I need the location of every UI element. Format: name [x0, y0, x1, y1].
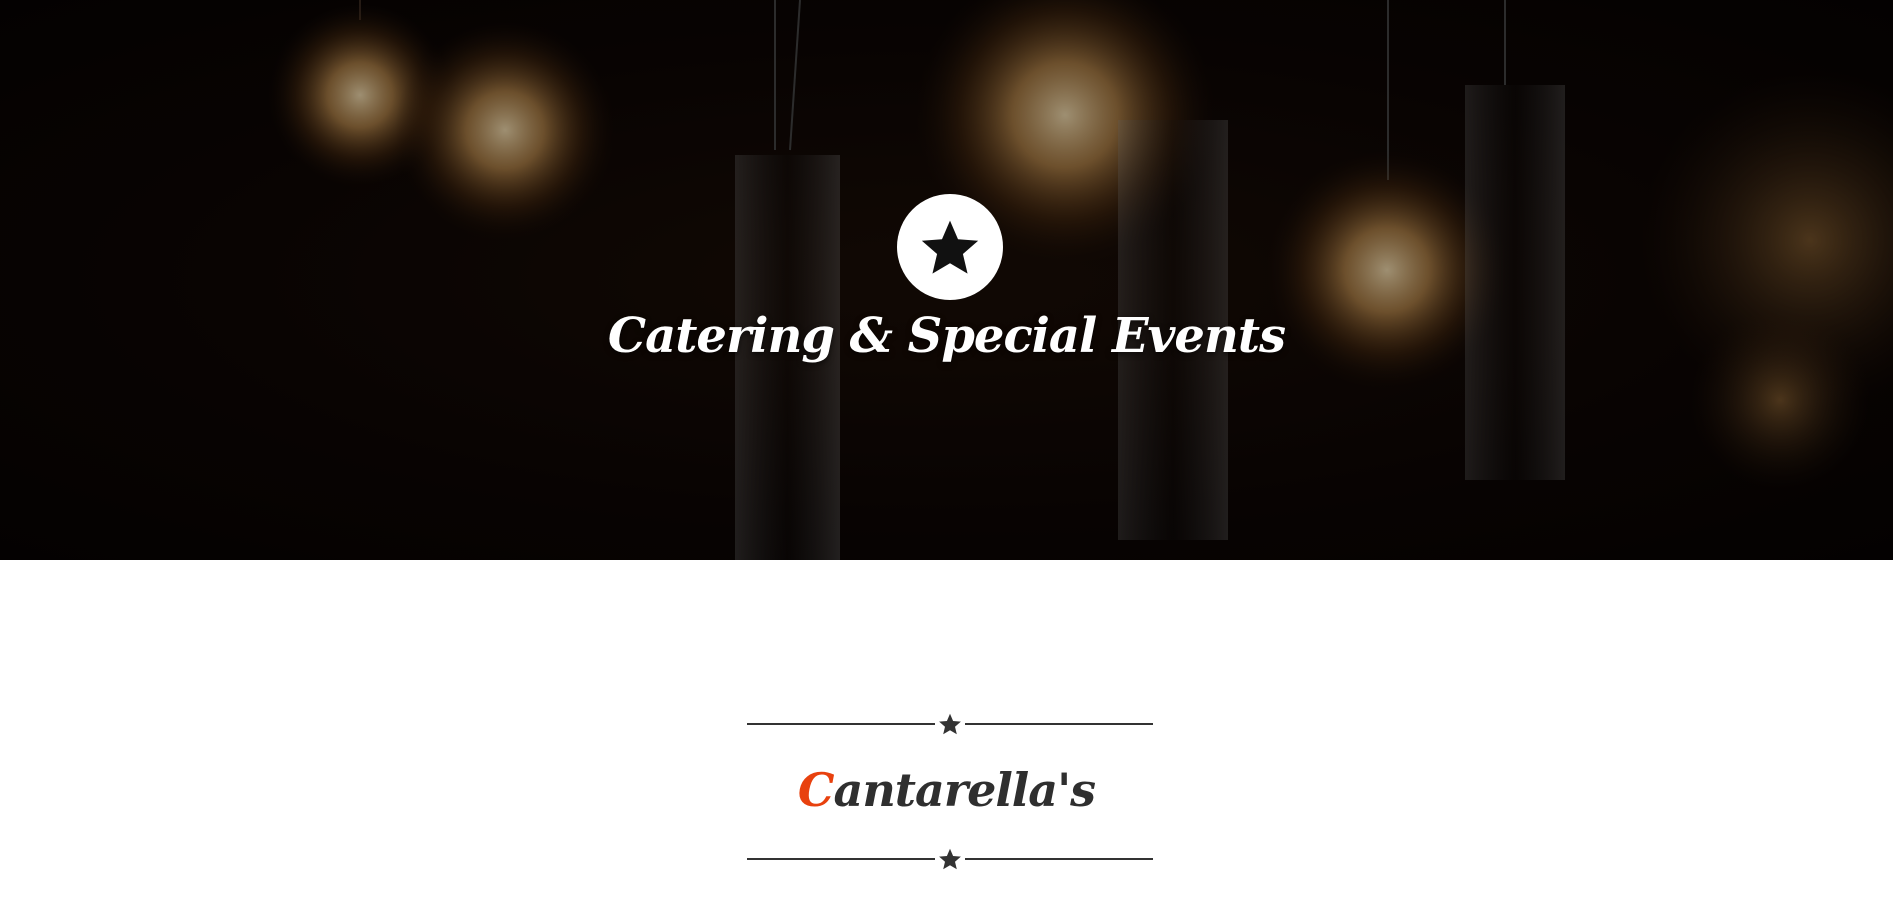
brand-name: antarella's	[833, 763, 1097, 817]
brand-initial: C	[797, 763, 835, 817]
hero-title: Catering & Special Events	[607, 308, 1286, 364]
star-icon	[935, 709, 965, 739]
star-icon	[897, 194, 1003, 300]
brand-heading: Cantarella's	[0, 763, 1893, 817]
divider-line-right	[965, 723, 1153, 725]
star-icon	[935, 844, 965, 874]
hero-banner: Catering & Special Events	[0, 0, 1893, 560]
divider-line-right	[965, 858, 1153, 860]
divider-top	[747, 709, 1153, 739]
divider-line-left	[747, 858, 935, 860]
divider-line-left	[747, 723, 935, 725]
divider-bottom	[747, 844, 1153, 874]
